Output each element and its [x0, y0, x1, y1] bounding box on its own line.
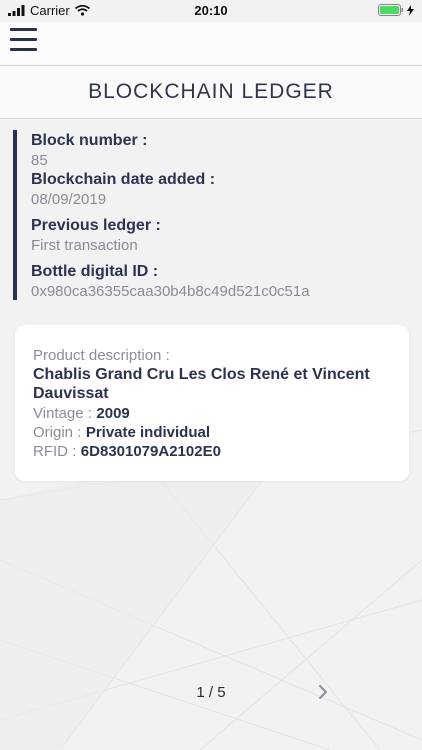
- bottle-id-value: 0x980ca36355caa30b4b8c49d521c0c51a: [31, 283, 310, 300]
- ledger-details: Block number : 85 Blockchain date added …: [13, 130, 407, 300]
- rfid-label: RFID :: [33, 443, 77, 460]
- vintage-row: Vintage : 2009: [33, 405, 130, 423]
- charging-icon: [407, 4, 414, 16]
- rfid-value: 6D8301079A2102E0: [80, 443, 221, 460]
- chevron-right-icon[interactable]: [315, 683, 331, 701]
- status-time: 20:10: [194, 3, 228, 18]
- previous-ledger-value: First transaction: [31, 237, 138, 254]
- block-number-label: Block number :: [31, 132, 148, 149]
- bottle-id-label: Bottle digital ID :: [31, 263, 159, 280]
- top-bar: [0, 22, 422, 64]
- vintage-label: Vintage :: [33, 405, 92, 422]
- battery-icon: [378, 4, 403, 16]
- origin-row: Origin : Private individual: [33, 424, 210, 442]
- vintage-value: 2009: [96, 405, 130, 422]
- battery-indicator: [378, 4, 414, 16]
- hamburger-menu-icon[interactable]: [10, 28, 37, 52]
- previous-ledger-label: Previous ledger :: [31, 217, 161, 234]
- block-number-value: 85: [31, 152, 48, 169]
- pagination-indicator: 1 / 5: [196, 684, 226, 701]
- page-title: BLOCKCHAIN LEDGER: [88, 80, 334, 103]
- product-name: Chablis Grand Cru Les Clos René et Vince…: [33, 366, 370, 402]
- date-added-label: Blockchain date added :: [31, 171, 216, 188]
- page-header: BLOCKCHAIN LEDGER: [0, 65, 422, 119]
- status-bar: Carrier 20:10: [0, 0, 422, 22]
- rfid-row: RFID : 6D8301079A2102E0: [33, 443, 221, 461]
- origin-label: Origin :: [33, 424, 82, 441]
- product-description-label: Product description :: [33, 347, 170, 364]
- date-added-value: 08/09/2019: [31, 191, 107, 208]
- origin-value: Private individual: [85, 424, 211, 441]
- product-card: Product description : Chablis Grand Cru …: [15, 325, 409, 481]
